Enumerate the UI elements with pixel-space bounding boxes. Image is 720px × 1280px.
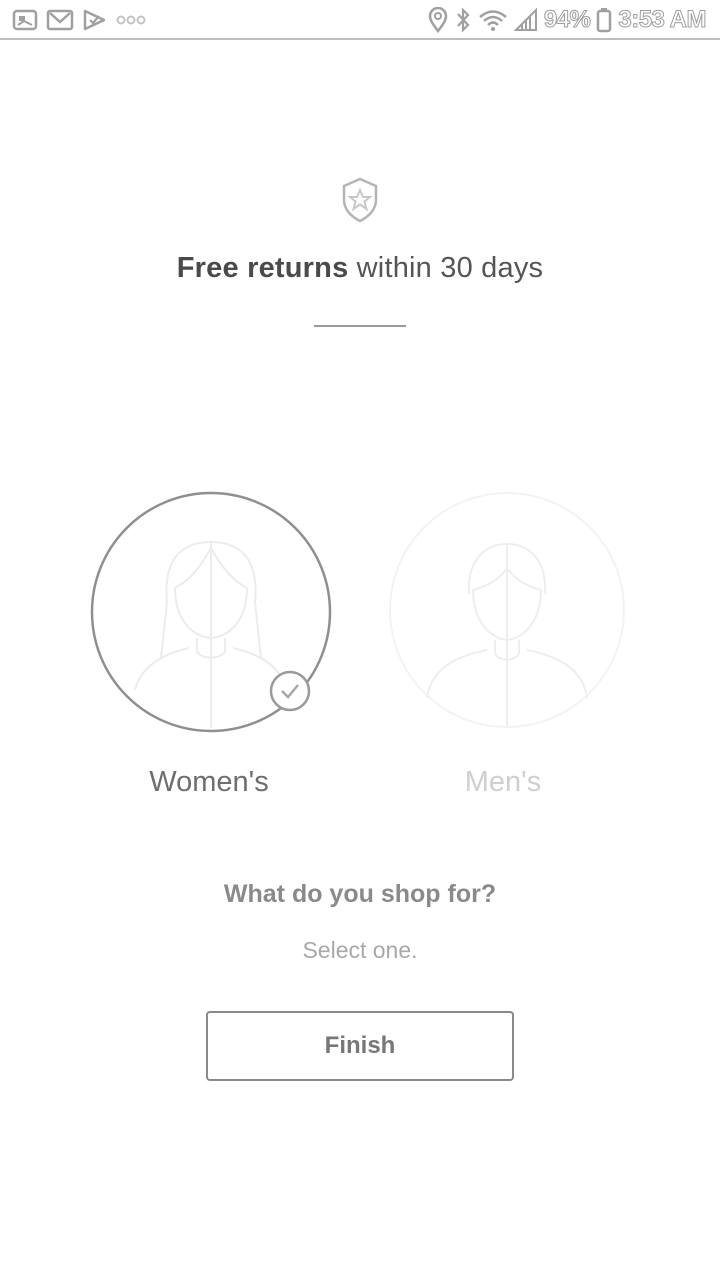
selected-check-icon	[269, 670, 311, 712]
status-bar: 94% 3:53 AM	[0, 0, 720, 40]
question-text: What do you shop for?	[223, 880, 497, 908]
more-notifications-icon	[116, 13, 146, 27]
option-womens[interactable]: Women's	[89, 490, 333, 798]
man-avatar-icon	[389, 492, 625, 728]
shield-star-icon	[338, 176, 382, 224]
battery-icon	[596, 7, 612, 33]
headline-rest: within 30 days	[348, 252, 544, 284]
option-mens-label: Men's	[464, 766, 542, 798]
clock: 3:53 AM	[618, 6, 707, 34]
battery-percent: 94%	[543, 6, 591, 34]
headline-bold: Free returns	[176, 252, 349, 284]
status-right-icons: 94% 3:53 AM	[428, 6, 707, 34]
divider	[314, 325, 406, 327]
option-mens-circle[interactable]	[387, 490, 631, 734]
option-womens-label: Women's	[149, 766, 269, 798]
gmail-notification-icon	[46, 9, 74, 31]
headline: Free returns within 30 days	[0, 252, 720, 285]
signal-icon	[513, 8, 538, 32]
instruction-text: Select one.	[302, 937, 418, 963]
location-icon	[428, 7, 448, 33]
wifi-icon	[478, 8, 508, 32]
bluetooth-icon	[454, 7, 472, 33]
option-womens-circle[interactable]	[89, 490, 333, 734]
option-mens[interactable]: Men's	[387, 490, 631, 798]
finish-button[interactable]: Finish	[206, 1011, 514, 1081]
checklist-notification-icon	[82, 8, 108, 32]
gallery-notification-icon	[12, 9, 38, 31]
status-left-icons	[12, 8, 146, 32]
screen: 94% 3:53 AM Free returns within 30 days	[0, 0, 720, 1280]
